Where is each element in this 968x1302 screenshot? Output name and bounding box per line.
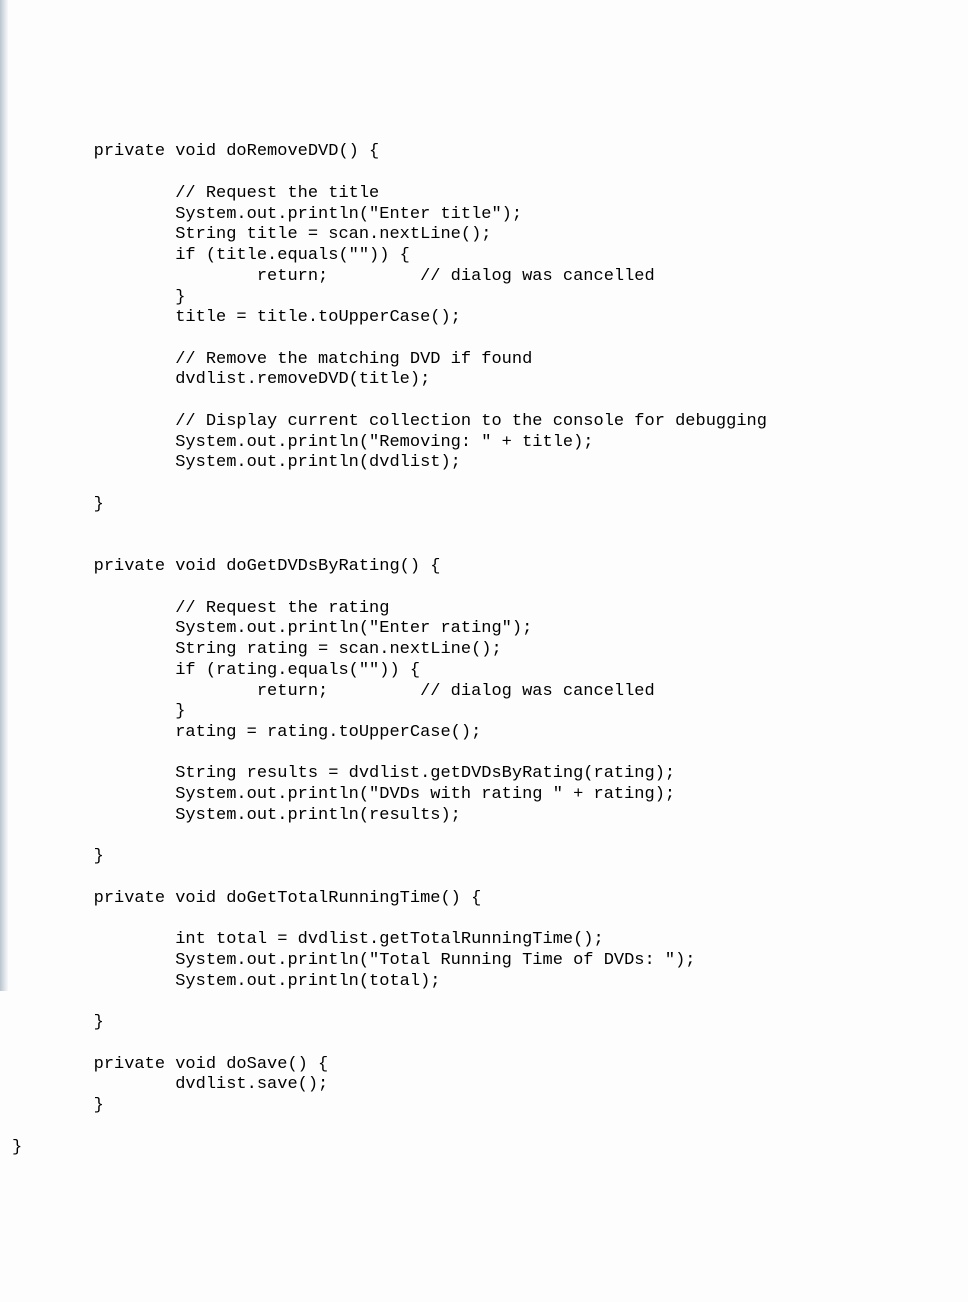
code-line: int total = dvdlist.getTotalRunningTime(… [12,930,968,951]
code-line: System.out.println("Enter rating"); [12,619,968,640]
left-edge-decoration [0,0,8,991]
code-line: } [12,495,968,516]
code-line [12,474,968,495]
code-line: System.out.println("Total Running Time o… [12,951,968,972]
code-line: System.out.println(results); [12,806,968,827]
code-block: private void doRemoveDVD() { // Request … [0,124,968,1198]
code-line: System.out.println("DVDs with rating " +… [12,785,968,806]
code-line: System.out.println("Enter title"); [12,205,968,226]
code-line: // Display current collection to the con… [12,412,968,433]
code-line: // Remove the matching DVD if found [12,350,968,371]
code-line [12,910,968,931]
code-line: private void doSave() { [12,1055,968,1076]
code-line: } [12,1096,968,1117]
code-line: String results = dvdlist.getDVDsByRating… [12,764,968,785]
code-line [12,329,968,350]
code-line: // Request the title [12,184,968,205]
code-line: dvdlist.save(); [12,1075,968,1096]
code-line [12,578,968,599]
code-line: System.out.println(dvdlist); [12,453,968,474]
code-line: } [12,847,968,868]
code-line [12,744,968,765]
code-line [12,827,968,848]
code-line: String rating = scan.nextLine(); [12,640,968,661]
code-line: String title = scan.nextLine(); [12,225,968,246]
code-line: if (title.equals("")) { [12,246,968,267]
code-line: private void doGetTotalRunningTime() { [12,889,968,910]
code-line [12,993,968,1014]
code-line: if (rating.equals("")) { [12,661,968,682]
code-line [12,391,968,412]
code-line [12,516,968,537]
code-line: rating = rating.toUpperCase(); [12,723,968,744]
code-line: } [12,288,968,309]
code-line [12,1117,968,1138]
code-line [12,1034,968,1055]
code-line: private void doGetDVDsByRating() { [12,557,968,578]
code-line: } [12,702,968,723]
code-line: } [12,1013,968,1034]
code-line: private void doRemoveDVD() { [12,142,968,163]
code-line [12,868,968,889]
code-line: System.out.println("Removing: " + title)… [12,433,968,454]
code-line: System.out.println(total); [12,972,968,993]
code-line: } [12,1138,968,1159]
code-line [12,163,968,184]
code-line: return; // dialog was cancelled [12,682,968,703]
code-line: // Request the rating [12,599,968,620]
code-line: return; // dialog was cancelled [12,267,968,288]
code-line: title = title.toUpperCase(); [12,308,968,329]
code-line [12,536,968,557]
code-line: dvdlist.removeDVD(title); [12,370,968,391]
